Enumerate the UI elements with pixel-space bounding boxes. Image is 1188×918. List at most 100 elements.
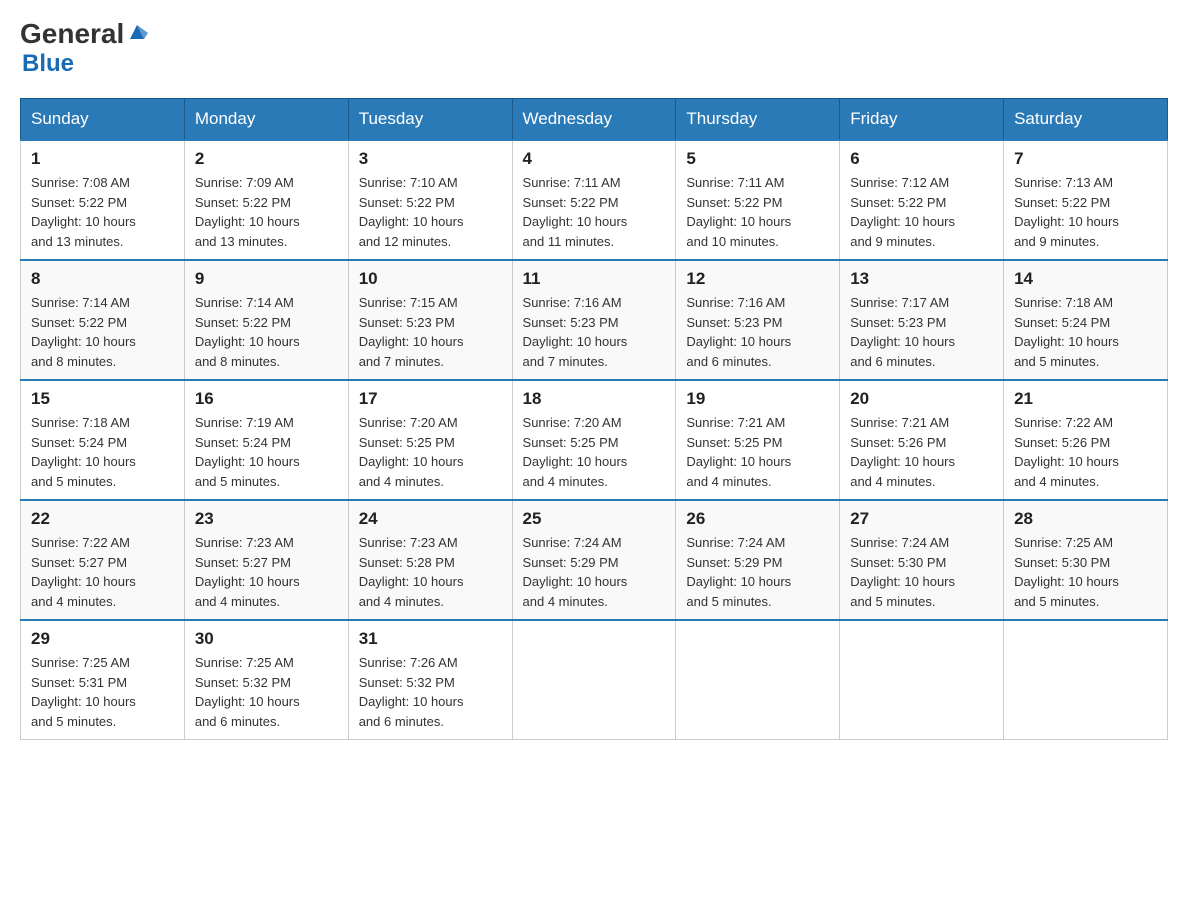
day-info: Sunrise: 7:24 AM Sunset: 5:30 PM Dayligh… xyxy=(850,533,993,611)
calendar-cell: 31 Sunrise: 7:26 AM Sunset: 5:32 PM Dayl… xyxy=(348,620,512,740)
day-number: 24 xyxy=(359,509,502,529)
day-info: Sunrise: 7:14 AM Sunset: 5:22 PM Dayligh… xyxy=(195,293,338,371)
day-info: Sunrise: 7:11 AM Sunset: 5:22 PM Dayligh… xyxy=(523,173,666,251)
day-number: 28 xyxy=(1014,509,1157,529)
week-row-5: 29 Sunrise: 7:25 AM Sunset: 5:31 PM Dayl… xyxy=(21,620,1168,740)
day-info: Sunrise: 7:23 AM Sunset: 5:28 PM Dayligh… xyxy=(359,533,502,611)
day-info: Sunrise: 7:20 AM Sunset: 5:25 PM Dayligh… xyxy=(359,413,502,491)
week-row-4: 22 Sunrise: 7:22 AM Sunset: 5:27 PM Dayl… xyxy=(21,500,1168,620)
calendar-cell: 6 Sunrise: 7:12 AM Sunset: 5:22 PM Dayli… xyxy=(840,140,1004,260)
day-info: Sunrise: 7:24 AM Sunset: 5:29 PM Dayligh… xyxy=(686,533,829,611)
day-number: 10 xyxy=(359,269,502,289)
day-info: Sunrise: 7:16 AM Sunset: 5:23 PM Dayligh… xyxy=(686,293,829,371)
day-number: 25 xyxy=(523,509,666,529)
day-number: 7 xyxy=(1014,149,1157,169)
calendar-cell xyxy=(512,620,676,740)
day-number: 30 xyxy=(195,629,338,649)
page-header: General Blue xyxy=(20,20,1168,78)
weekday-header-wednesday: Wednesday xyxy=(512,99,676,141)
calendar-cell: 28 Sunrise: 7:25 AM Sunset: 5:30 PM Dayl… xyxy=(1004,500,1168,620)
calendar-cell: 25 Sunrise: 7:24 AM Sunset: 5:29 PM Dayl… xyxy=(512,500,676,620)
day-number: 23 xyxy=(195,509,338,529)
day-info: Sunrise: 7:25 AM Sunset: 5:32 PM Dayligh… xyxy=(195,653,338,731)
day-info: Sunrise: 7:08 AM Sunset: 5:22 PM Dayligh… xyxy=(31,173,174,251)
day-number: 22 xyxy=(31,509,174,529)
day-info: Sunrise: 7:24 AM Sunset: 5:29 PM Dayligh… xyxy=(523,533,666,611)
calendar-cell: 11 Sunrise: 7:16 AM Sunset: 5:23 PM Dayl… xyxy=(512,260,676,380)
day-info: Sunrise: 7:23 AM Sunset: 5:27 PM Dayligh… xyxy=(195,533,338,611)
day-number: 19 xyxy=(686,389,829,409)
weekday-header-sunday: Sunday xyxy=(21,99,185,141)
day-info: Sunrise: 7:14 AM Sunset: 5:22 PM Dayligh… xyxy=(31,293,174,371)
calendar-cell: 7 Sunrise: 7:13 AM Sunset: 5:22 PM Dayli… xyxy=(1004,140,1168,260)
day-number: 4 xyxy=(523,149,666,169)
day-number: 17 xyxy=(359,389,502,409)
day-number: 20 xyxy=(850,389,993,409)
day-info: Sunrise: 7:25 AM Sunset: 5:31 PM Dayligh… xyxy=(31,653,174,731)
calendar-cell: 10 Sunrise: 7:15 AM Sunset: 5:23 PM Dayl… xyxy=(348,260,512,380)
day-number: 13 xyxy=(850,269,993,289)
calendar-cell: 22 Sunrise: 7:22 AM Sunset: 5:27 PM Dayl… xyxy=(21,500,185,620)
calendar-cell: 17 Sunrise: 7:20 AM Sunset: 5:25 PM Dayl… xyxy=(348,380,512,500)
weekday-header-saturday: Saturday xyxy=(1004,99,1168,141)
day-info: Sunrise: 7:18 AM Sunset: 5:24 PM Dayligh… xyxy=(31,413,174,491)
week-row-1: 1 Sunrise: 7:08 AM Sunset: 5:22 PM Dayli… xyxy=(21,140,1168,260)
day-number: 5 xyxy=(686,149,829,169)
day-info: Sunrise: 7:13 AM Sunset: 5:22 PM Dayligh… xyxy=(1014,173,1157,251)
week-row-3: 15 Sunrise: 7:18 AM Sunset: 5:24 PM Dayl… xyxy=(21,380,1168,500)
calendar-cell: 29 Sunrise: 7:25 AM Sunset: 5:31 PM Dayl… xyxy=(21,620,185,740)
calendar-cell: 8 Sunrise: 7:14 AM Sunset: 5:22 PM Dayli… xyxy=(21,260,185,380)
weekday-header-monday: Monday xyxy=(184,99,348,141)
calendar-cell: 27 Sunrise: 7:24 AM Sunset: 5:30 PM Dayl… xyxy=(840,500,1004,620)
calendar-cell: 2 Sunrise: 7:09 AM Sunset: 5:22 PM Dayli… xyxy=(184,140,348,260)
day-info: Sunrise: 7:12 AM Sunset: 5:22 PM Dayligh… xyxy=(850,173,993,251)
calendar-cell: 13 Sunrise: 7:17 AM Sunset: 5:23 PM Dayl… xyxy=(840,260,1004,380)
day-info: Sunrise: 7:20 AM Sunset: 5:25 PM Dayligh… xyxy=(523,413,666,491)
day-info: Sunrise: 7:15 AM Sunset: 5:23 PM Dayligh… xyxy=(359,293,502,371)
day-number: 27 xyxy=(850,509,993,529)
day-number: 18 xyxy=(523,389,666,409)
day-number: 1 xyxy=(31,149,174,169)
calendar-cell: 12 Sunrise: 7:16 AM Sunset: 5:23 PM Dayl… xyxy=(676,260,840,380)
day-number: 31 xyxy=(359,629,502,649)
day-info: Sunrise: 7:25 AM Sunset: 5:30 PM Dayligh… xyxy=(1014,533,1157,611)
day-number: 3 xyxy=(359,149,502,169)
day-number: 12 xyxy=(686,269,829,289)
calendar-cell xyxy=(676,620,840,740)
calendar-cell xyxy=(840,620,1004,740)
day-info: Sunrise: 7:16 AM Sunset: 5:23 PM Dayligh… xyxy=(523,293,666,371)
calendar-cell: 24 Sunrise: 7:23 AM Sunset: 5:28 PM Dayl… xyxy=(348,500,512,620)
day-number: 29 xyxy=(31,629,174,649)
logo-general: General xyxy=(20,20,124,48)
calendar-cell: 3 Sunrise: 7:10 AM Sunset: 5:22 PM Dayli… xyxy=(348,140,512,260)
day-number: 6 xyxy=(850,149,993,169)
calendar-cell: 14 Sunrise: 7:18 AM Sunset: 5:24 PM Dayl… xyxy=(1004,260,1168,380)
day-info: Sunrise: 7:21 AM Sunset: 5:26 PM Dayligh… xyxy=(850,413,993,491)
calendar-cell: 21 Sunrise: 7:22 AM Sunset: 5:26 PM Dayl… xyxy=(1004,380,1168,500)
calendar-cell: 16 Sunrise: 7:19 AM Sunset: 5:24 PM Dayl… xyxy=(184,380,348,500)
calendar-cell: 26 Sunrise: 7:24 AM Sunset: 5:29 PM Dayl… xyxy=(676,500,840,620)
day-info: Sunrise: 7:09 AM Sunset: 5:22 PM Dayligh… xyxy=(195,173,338,251)
day-number: 11 xyxy=(523,269,666,289)
day-number: 15 xyxy=(31,389,174,409)
logo-triangle-icon xyxy=(126,21,148,43)
calendar-cell: 18 Sunrise: 7:20 AM Sunset: 5:25 PM Dayl… xyxy=(512,380,676,500)
weekday-header-thursday: Thursday xyxy=(676,99,840,141)
weekday-header-row: SundayMondayTuesdayWednesdayThursdayFrid… xyxy=(21,99,1168,141)
calendar-cell: 4 Sunrise: 7:11 AM Sunset: 5:22 PM Dayli… xyxy=(512,140,676,260)
day-info: Sunrise: 7:21 AM Sunset: 5:25 PM Dayligh… xyxy=(686,413,829,491)
week-row-2: 8 Sunrise: 7:14 AM Sunset: 5:22 PM Dayli… xyxy=(21,260,1168,380)
day-number: 9 xyxy=(195,269,338,289)
day-number: 16 xyxy=(195,389,338,409)
weekday-header-friday: Friday xyxy=(840,99,1004,141)
calendar-table: SundayMondayTuesdayWednesdayThursdayFrid… xyxy=(20,98,1168,740)
logo-blue: Blue xyxy=(22,50,74,78)
calendar-cell: 30 Sunrise: 7:25 AM Sunset: 5:32 PM Dayl… xyxy=(184,620,348,740)
calendar-cell: 1 Sunrise: 7:08 AM Sunset: 5:22 PM Dayli… xyxy=(21,140,185,260)
calendar-cell: 19 Sunrise: 7:21 AM Sunset: 5:25 PM Dayl… xyxy=(676,380,840,500)
calendar-cell: 20 Sunrise: 7:21 AM Sunset: 5:26 PM Dayl… xyxy=(840,380,1004,500)
calendar-cell: 15 Sunrise: 7:18 AM Sunset: 5:24 PM Dayl… xyxy=(21,380,185,500)
day-info: Sunrise: 7:10 AM Sunset: 5:22 PM Dayligh… xyxy=(359,173,502,251)
logo: General Blue xyxy=(20,20,148,78)
weekday-header-tuesday: Tuesday xyxy=(348,99,512,141)
